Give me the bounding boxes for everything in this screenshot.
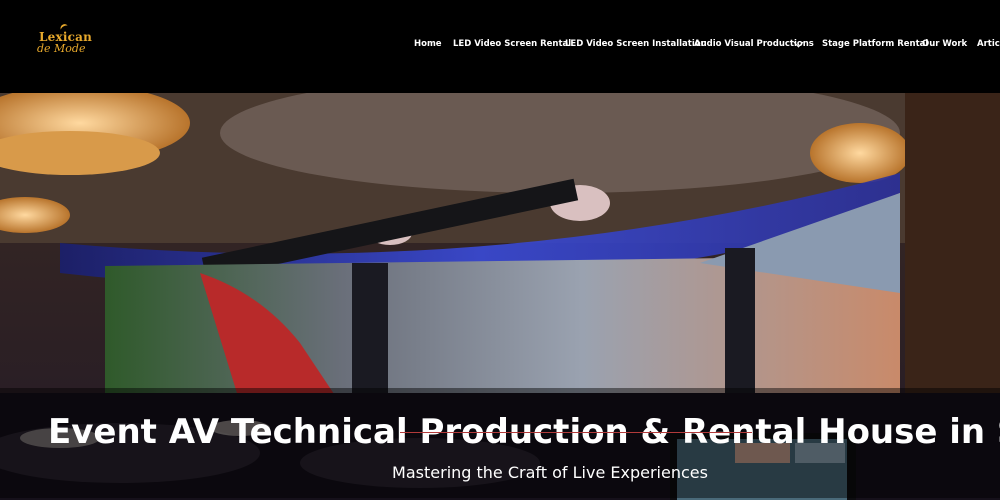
hero-section: Event AV Technical Production & Rental H… <box>0 93 1000 500</box>
nav-item-stage-platform-rental[interactable]: Stage Platform Rental <box>822 38 928 50</box>
nav-item-home[interactable]: Home <box>414 38 442 50</box>
nav-item-articles[interactable]: Articl <box>977 38 1000 50</box>
nav-item-led-video-screen-installation[interactable]: LED Video Screen Installation <box>565 38 707 50</box>
logo-text-line2: de Mode <box>37 42 86 55</box>
nav-item-our-work[interactable]: Our Work <box>922 38 967 50</box>
hero-divider <box>400 432 752 433</box>
hero-subtitle: Mastering the Craft of Live Experiences <box>392 463 708 482</box>
site-header: Lexican de Mode Home LED Video Screen Re… <box>0 0 1000 93</box>
nav-item-led-video-screen-rental[interactable]: LED Video Screen Rental <box>453 38 571 50</box>
site-logo[interactable]: Lexican de Mode <box>37 22 97 58</box>
